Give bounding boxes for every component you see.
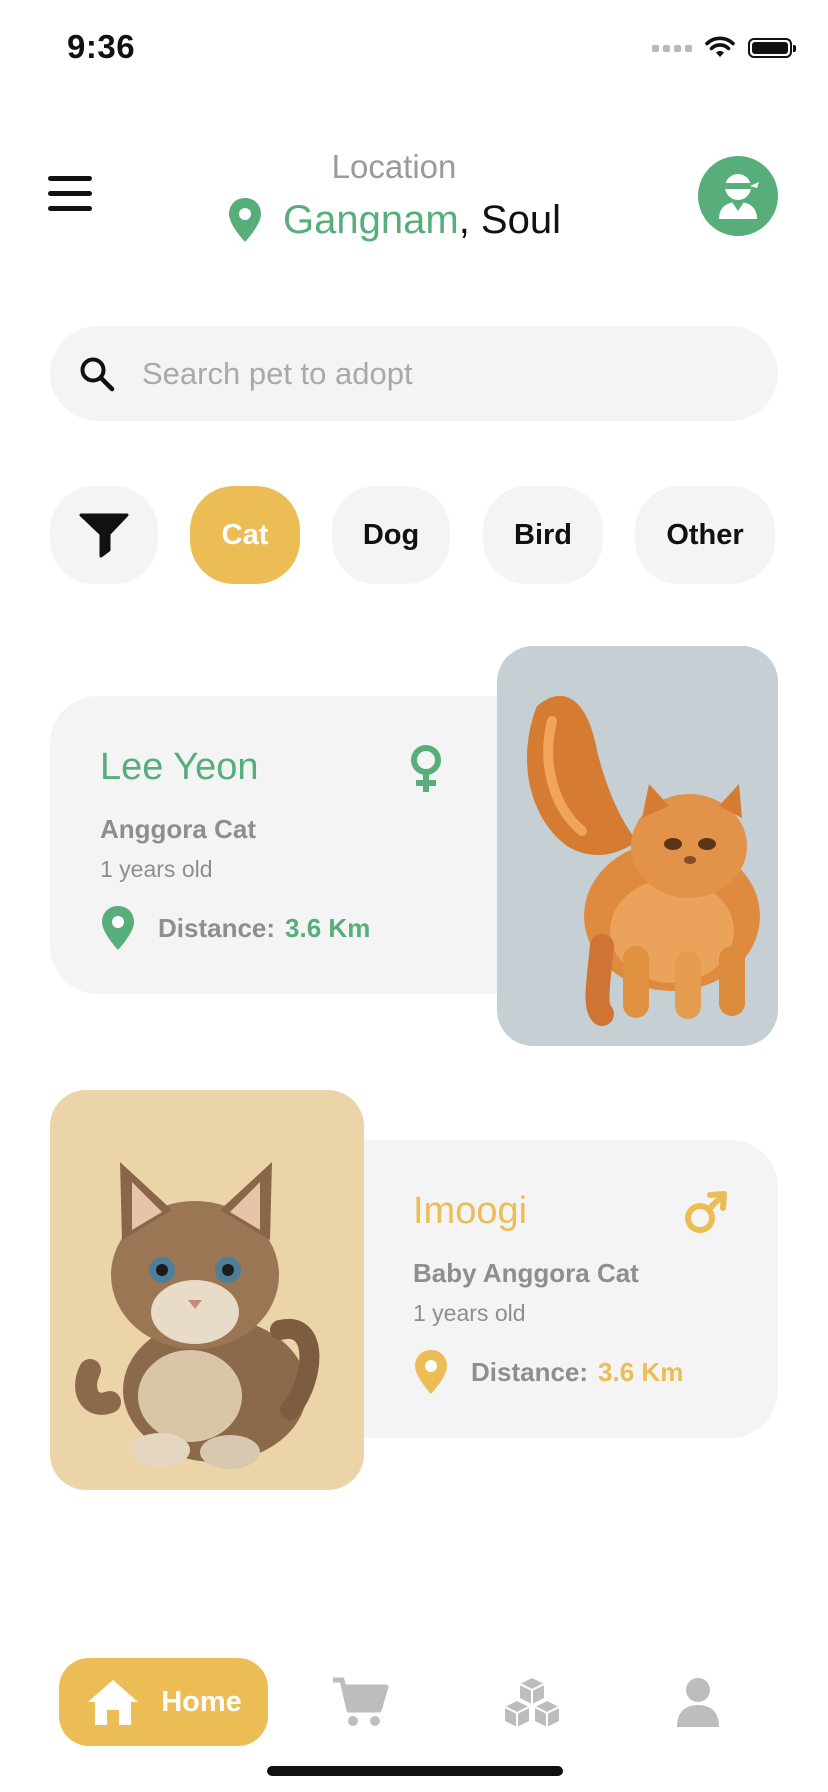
pet-age: 1 years old [413,1300,526,1326]
pet-photo [497,646,778,1046]
home-indicator [267,1766,563,1776]
distance-label: Distance: [471,1356,589,1387]
home-icon [88,1680,139,1725]
nav-home[interactable]: Home [59,1658,268,1746]
persian-cat-image [527,695,760,1026]
filter-chip-dog[interactable]: Dog [332,486,450,584]
pet-name: Imoogi [413,1190,528,1232]
filter-chip-bird[interactable]: Bird [483,486,603,584]
location-selector[interactable]: Gangnam, Soul [0,196,788,244]
nav-home-label: Home [161,1685,242,1718]
cart-icon [333,1677,389,1726]
wifi-icon [705,36,735,57]
pet-name: Lee Yeon [100,746,259,788]
pet-breed: Anggora Cat [100,814,256,844]
status-time: 9:36 [67,28,136,65]
search-icon [80,357,115,391]
search-input[interactable] [140,354,704,393]
pet-breed: Baby Anggora Cat [413,1258,639,1288]
location-city: Gangnam [283,197,459,242]
filter-chip-other[interactable]: Other [635,486,775,584]
nav-profile[interactable] [668,1672,728,1732]
status-icons [652,36,796,60]
kitten-image [75,1162,320,1469]
location-region: , Soul [458,197,561,242]
male-icon [685,1191,727,1233]
battery-icon [748,38,796,58]
location-pin-icon [415,1350,447,1394]
location-label: Location [331,148,457,185]
pet-age: 1 years old [100,856,213,882]
nav-cubes[interactable] [502,1672,562,1732]
location-text: Gangnam, Soul [283,198,561,243]
cubes-icon [504,1678,560,1727]
filter-icon [79,513,129,558]
search-bar[interactable] [50,326,778,421]
user-avatar-button[interactable] [698,156,778,236]
ninja-avatar-icon [719,174,759,219]
filter-button[interactable] [50,486,158,584]
distance-value: 3.6 Km [285,912,371,943]
nav-cart[interactable] [330,1672,390,1732]
pet-card[interactable]: Imoogi Baby Anggora Cat 1 years old Dist… [50,1090,778,1490]
pet-distance: Distance: 3.6 Km [100,904,370,952]
pet-distance: Distance: 3.6 Km [413,1348,683,1396]
distance-value: 3.6 Km [598,1356,684,1387]
female-icon [411,745,441,792]
profile-icon [677,1678,719,1727]
distance-label: Distance: [158,912,276,943]
cellular-signal-icon [652,44,692,52]
pet-photo [50,1090,364,1490]
location-pin-icon [102,906,134,950]
pet-card[interactable]: Lee Yeon Anggora Cat 1 years old Distanc… [50,646,778,1046]
location-pin-icon [229,198,262,242]
filter-chip-cat[interactable]: Cat [190,486,300,584]
